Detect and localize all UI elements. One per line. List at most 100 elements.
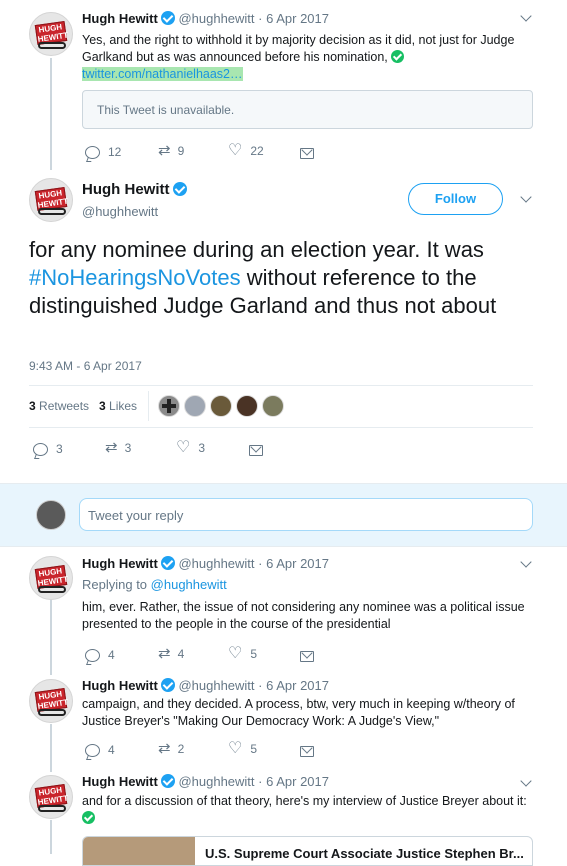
retweet-icon: ⇄ (105, 439, 118, 456)
card-thumbnail (83, 837, 195, 865)
reply-button[interactable]: 3 (33, 442, 63, 456)
author-handle[interactable]: @hughhewitt (178, 774, 254, 789)
author-handle[interactable]: @hughhewitt (82, 204, 158, 219)
author-name[interactable]: Hugh Hewitt (82, 181, 187, 198)
reply-count: 3 (56, 442, 63, 456)
thread-line (50, 600, 52, 675)
liker-avatar[interactable] (184, 395, 206, 417)
reply-placeholder: Tweet your reply (88, 508, 184, 523)
retweet-button[interactable]: ⇄ 3 (105, 440, 131, 455)
user-avatar[interactable] (36, 500, 66, 530)
tweet-text: Yes, and the right to withhold it by maj… (82, 33, 515, 81)
retweet-button[interactable]: ⇄ 2 (158, 741, 184, 756)
tweet-date[interactable]: · 6 Apr 2017 (258, 556, 329, 571)
liker-avatar[interactable] (236, 395, 258, 417)
divider (148, 391, 149, 421)
mention-link[interactable]: @hughhewitt (151, 577, 227, 592)
retweet-button[interactable]: ⇄ 9 (158, 143, 184, 158)
author-name[interactable]: Hugh Hewitt (82, 556, 158, 571)
verified-icon (160, 556, 175, 570)
retweet-stats[interactable]: 3 Retweets (29, 399, 89, 413)
tweet-text: campaign, and they decided. A process, b… (82, 697, 515, 728)
follow-button[interactable]: Follow (408, 183, 503, 215)
envelope-icon (300, 746, 314, 757)
heart-icon: ♡ (228, 740, 243, 757)
link-card[interactable]: U.S. Supreme Court Associate Justice Ste… (82, 836, 533, 866)
envelope-icon (249, 445, 263, 456)
tweet-date[interactable]: · 6 Apr 2017 (258, 678, 329, 693)
reply-input[interactable]: Tweet your reply (79, 498, 533, 531)
divider (29, 427, 533, 428)
retweet-icon: ⇄ (158, 740, 171, 757)
heart-icon: ♡ (176, 439, 191, 456)
reply-button[interactable]: 4 (85, 648, 115, 662)
dm-button[interactable] (300, 148, 314, 159)
avatar[interactable]: HUGH HEWITT (29, 775, 73, 819)
retweet-count: 2 (177, 741, 185, 756)
like-stats[interactable]: 3 Likes (99, 399, 137, 413)
chevron-down-icon[interactable] (520, 775, 532, 787)
retweet-count: 9 (177, 143, 185, 158)
dm-button[interactable] (249, 445, 263, 456)
glasses-graphic (38, 42, 66, 49)
retweet-icon: ⇄ (158, 645, 171, 662)
like-button[interactable]: ♡ 5 (228, 741, 257, 757)
tweet-text: and for a discussion of that theory, her… (82, 793, 532, 827)
like-button[interactable]: ♡ 22 (228, 143, 264, 159)
glasses-graphic (38, 805, 66, 812)
main-tweet-text: for any nominee during an election year.… (29, 237, 497, 318)
hashtag-link[interactable]: #NoHearingsNoVotes (29, 265, 241, 290)
like-count: 5 (250, 742, 258, 756)
retweet-icon: ⇄ (158, 142, 171, 159)
reply-button[interactable]: 4 (85, 743, 115, 757)
replying-to: Replying to @hughhewitt (82, 577, 227, 592)
like-count: 22 (250, 144, 264, 158)
like-button[interactable]: ♡ 5 (228, 646, 257, 662)
tweet-header: Hugh Hewitt @hughhewitt · 6 Apr 2017 (82, 678, 329, 693)
tweet-date[interactable]: · 6 Apr 2017 (258, 774, 329, 789)
avatar[interactable]: HUGH HEWITT (29, 556, 73, 600)
verified-icon (160, 11, 175, 25)
retweet-count: 4 (177, 646, 185, 661)
tweet-timestamp[interactable]: 9:43 AM - 6 Apr 2017 (29, 359, 142, 373)
glasses-graphic (38, 709, 66, 716)
author-handle[interactable]: @hughhewitt (178, 556, 254, 571)
author-handle[interactable]: @hughhewitt (178, 678, 254, 693)
heart-icon: ♡ (228, 142, 243, 159)
avatar[interactable]: HUGH HEWITT (29, 12, 73, 56)
chevron-down-icon[interactable] (520, 10, 532, 22)
reply-composer: Tweet your reply (0, 483, 567, 547)
reply-count: 4 (108, 648, 115, 662)
liker-avatar[interactable] (262, 395, 284, 417)
check-icon (82, 811, 95, 824)
thread-line (50, 58, 52, 170)
author-name[interactable]: Hugh Hewitt (82, 774, 158, 789)
reply-button[interactable]: 12 (85, 145, 121, 159)
chevron-down-icon[interactable] (520, 556, 532, 568)
dm-button[interactable] (300, 746, 314, 757)
liker-avatar[interactable] (210, 395, 232, 417)
tweet-text: him, ever. Rather, the issue of not cons… (82, 600, 525, 631)
author-name[interactable]: Hugh Hewitt (82, 678, 158, 693)
author-handle[interactable]: @hughhewitt (178, 11, 254, 26)
like-count: 5 (250, 647, 258, 661)
reply-icon (33, 442, 48, 456)
reply-icon (85, 648, 100, 662)
dm-button[interactable] (300, 651, 314, 662)
author-name[interactable]: Hugh Hewitt (82, 11, 158, 26)
tweet-date[interactable]: · 6 Apr 2017 (258, 11, 329, 26)
retweet-count: 3 (124, 440, 132, 455)
envelope-icon (300, 651, 314, 662)
avatar[interactable]: HUGH HEWITT (29, 679, 73, 723)
chevron-down-icon[interactable] (520, 191, 532, 203)
reply-count: 12 (108, 145, 122, 159)
like-button[interactable]: ♡ 3 (176, 440, 205, 456)
envelope-icon (300, 148, 314, 159)
quoted-tweet-card: This Tweet is unavailable. (82, 90, 533, 129)
liker-avatar[interactable] (158, 395, 180, 417)
retweet-button[interactable]: ⇄ 4 (158, 646, 184, 661)
avatar[interactable]: HUGH HEWITT (29, 178, 73, 222)
tweet-link[interactable]: twitter.com/nathanielhaas2… (82, 67, 243, 81)
reply-icon (85, 743, 100, 757)
like-count: 3 (198, 441, 206, 455)
